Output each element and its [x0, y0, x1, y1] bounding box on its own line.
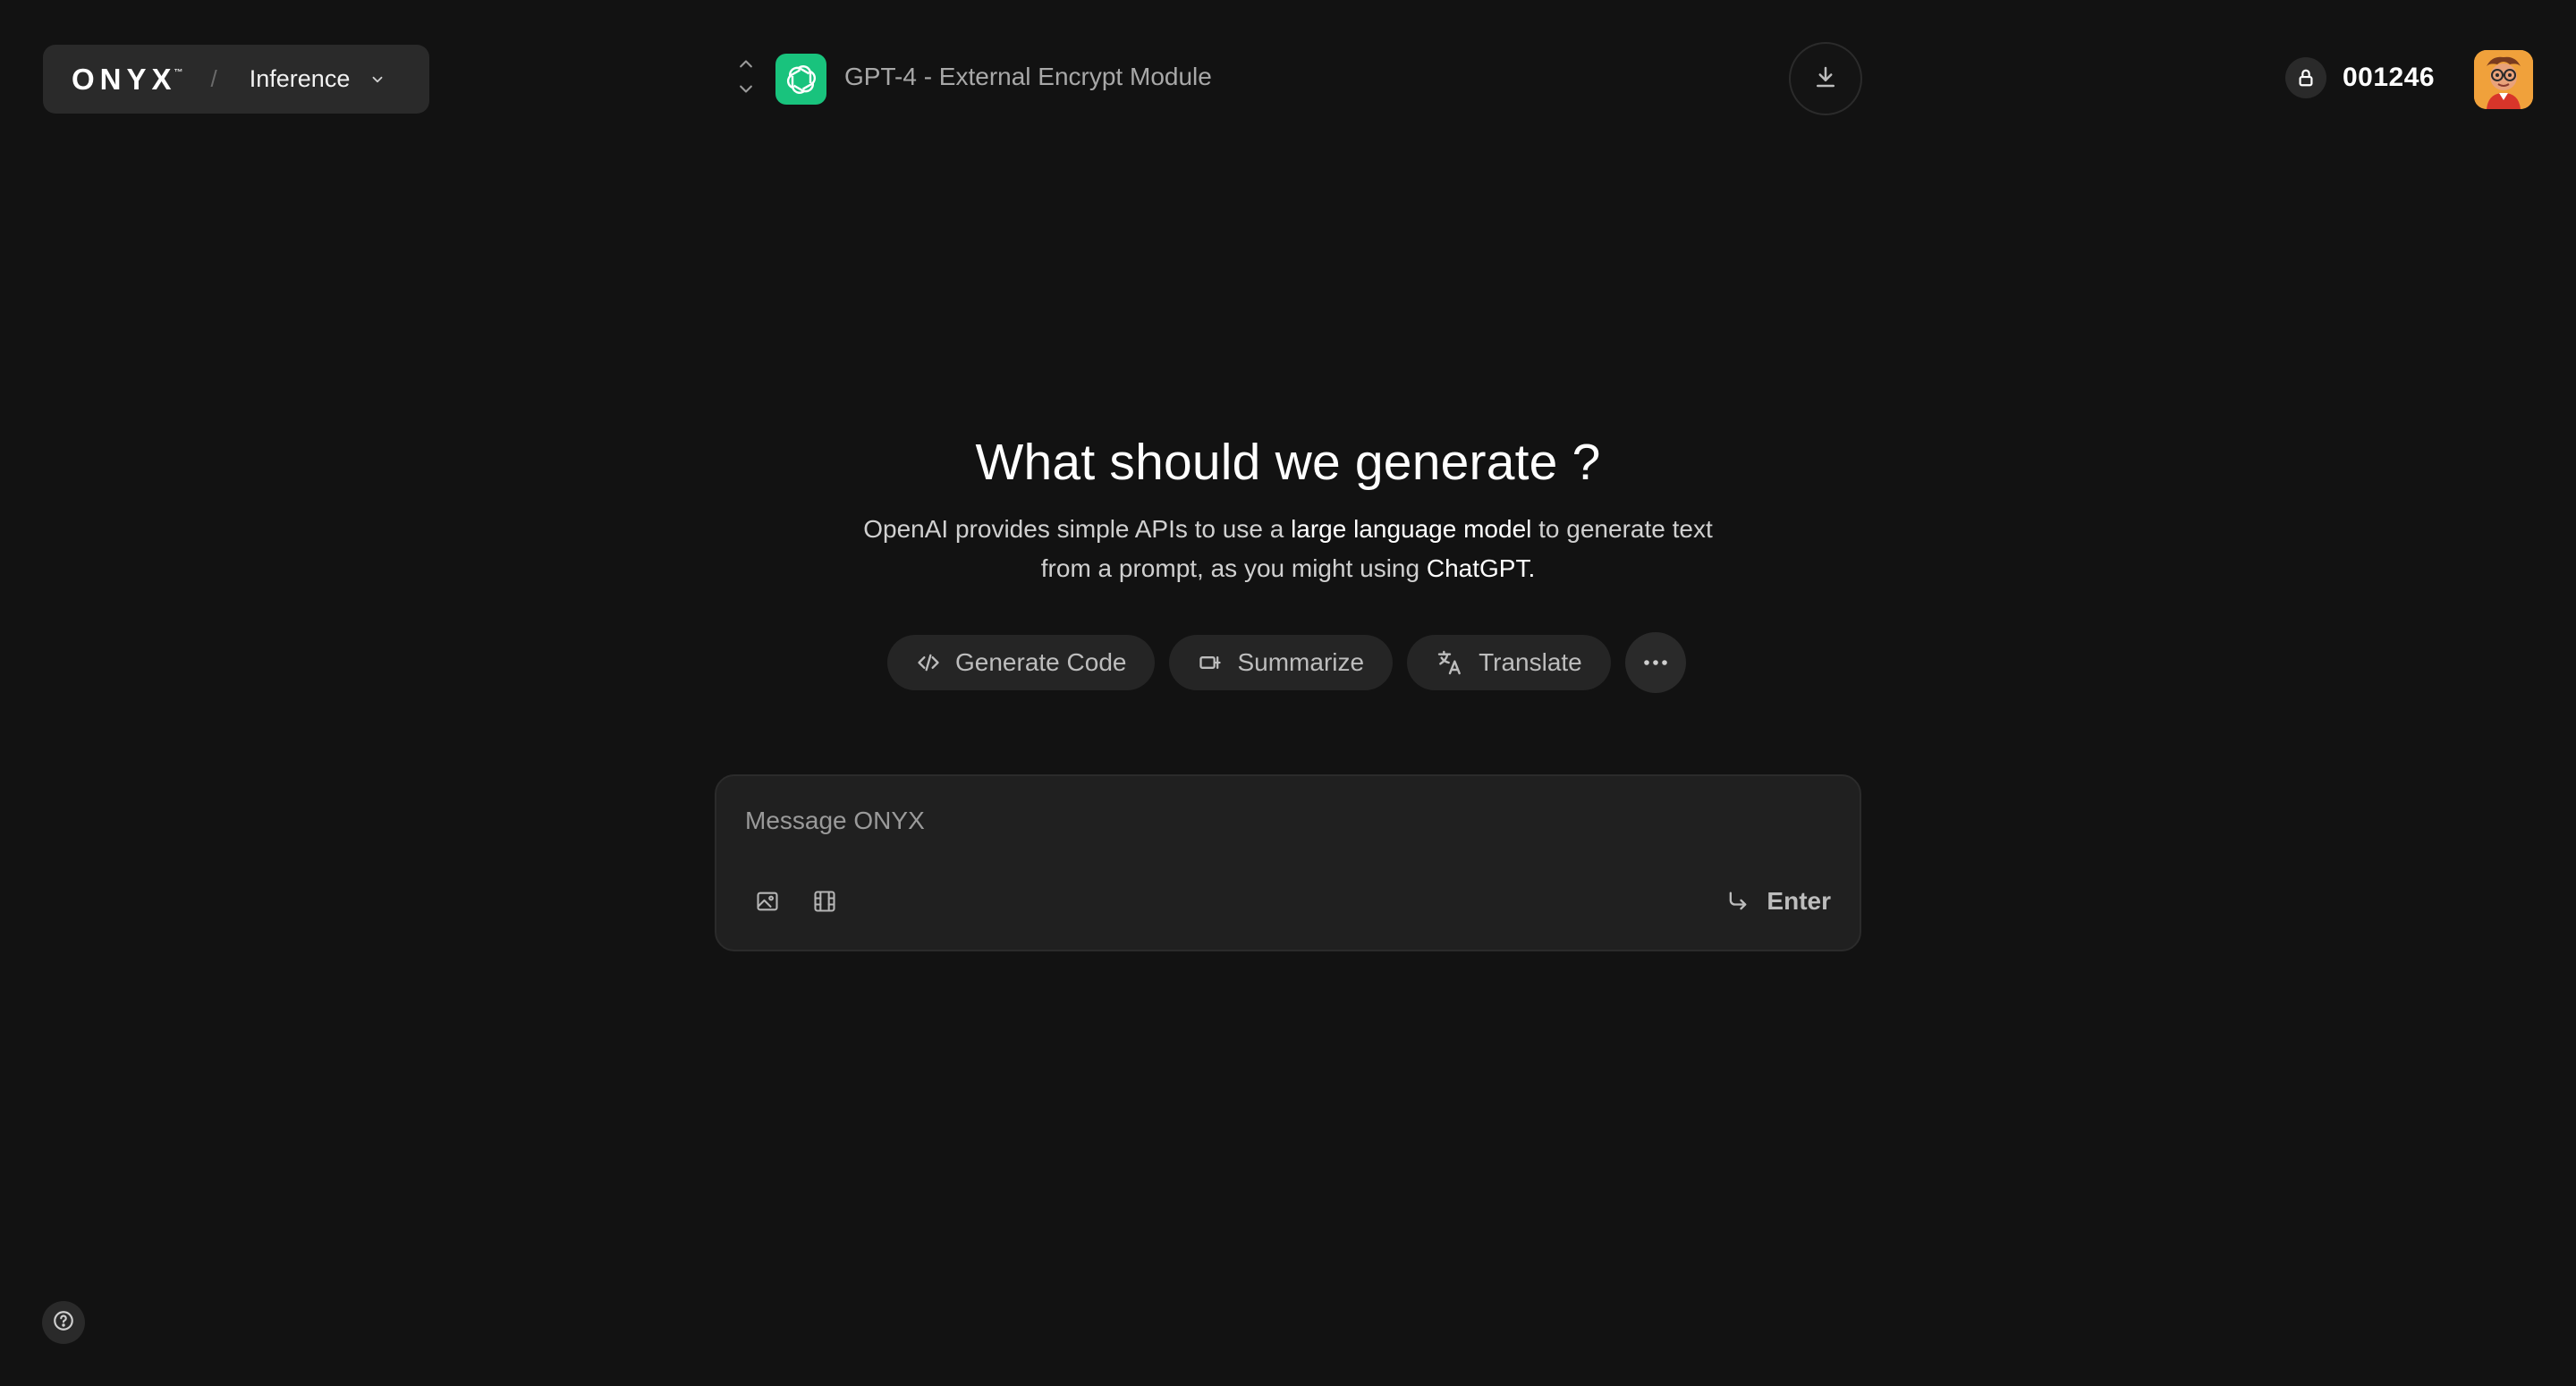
credits-value: 001246 — [2343, 63, 2436, 92]
openai-logo-icon — [775, 54, 826, 105]
summarize-button[interactable]: Summarize — [1169, 635, 1394, 690]
help-button[interactable] — [42, 1301, 85, 1344]
code-icon — [916, 650, 941, 675]
chevron-up-icon[interactable] — [737, 57, 755, 74]
description-emphasis: ChatGPT. — [1426, 554, 1536, 582]
send-button[interactable]: Enter — [1725, 887, 1831, 916]
description-text: OpenAI provides simple APIs to use a — [863, 515, 1292, 543]
help-icon — [52, 1309, 75, 1337]
generate-code-button[interactable]: Generate Code — [887, 635, 1156, 690]
brand-logo: ONYX™ — [72, 62, 183, 96]
breadcrumb-separator: / — [210, 65, 217, 92]
app-root: ONYX™ / Inference GPT-4 - External Encry… — [0, 0, 2576, 1386]
translate-icon — [1436, 648, 1464, 677]
description-emphasis: large language model — [1291, 515, 1532, 543]
suggestion-chips: Generate Code Summarize Translate — [887, 632, 1686, 693]
lock-icon — [2285, 57, 2326, 98]
page-title: What should we generate ? — [975, 434, 1601, 491]
image-icon — [755, 889, 780, 918]
translate-button[interactable]: Translate — [1407, 635, 1611, 690]
chevron-down-icon[interactable] — [737, 83, 755, 100]
film-icon — [812, 889, 837, 918]
enter-arrow-icon — [1725, 889, 1750, 914]
send-label: Enter — [1767, 887, 1831, 915]
chip-label: Generate Code — [955, 648, 1127, 676]
more-horizontal-icon — [1642, 655, 1669, 671]
summarize-icon — [1198, 650, 1223, 675]
composer-tools — [754, 890, 838, 917]
message-composer: Enter — [715, 774, 1861, 951]
chip-label: Summarize — [1237, 648, 1365, 676]
credits-display[interactable]: 001246 — [2285, 57, 2435, 98]
attach-video-button[interactable] — [811, 890, 838, 917]
model-switch-arrows[interactable] — [733, 57, 758, 100]
download-button[interactable] — [1789, 42, 1862, 115]
page-description: OpenAI provides simple APIs to use a lar… — [841, 510, 1735, 588]
avatar[interactable] — [2474, 50, 2533, 109]
download-icon — [1812, 63, 1839, 95]
chevron-down-icon — [369, 72, 386, 88]
workspace-switcher[interactable]: ONYX™ / Inference — [43, 45, 429, 114]
more-options-button[interactable] — [1624, 632, 1686, 693]
trademark-mark: ™ — [174, 67, 183, 78]
message-input[interactable] — [743, 803, 1727, 839]
model-name[interactable]: GPT-4 - External Encrypt Module — [844, 63, 1212, 91]
attach-image-button[interactable] — [754, 890, 781, 917]
chip-label: Translate — [1479, 648, 1582, 676]
section-label: Inference — [249, 65, 351, 92]
